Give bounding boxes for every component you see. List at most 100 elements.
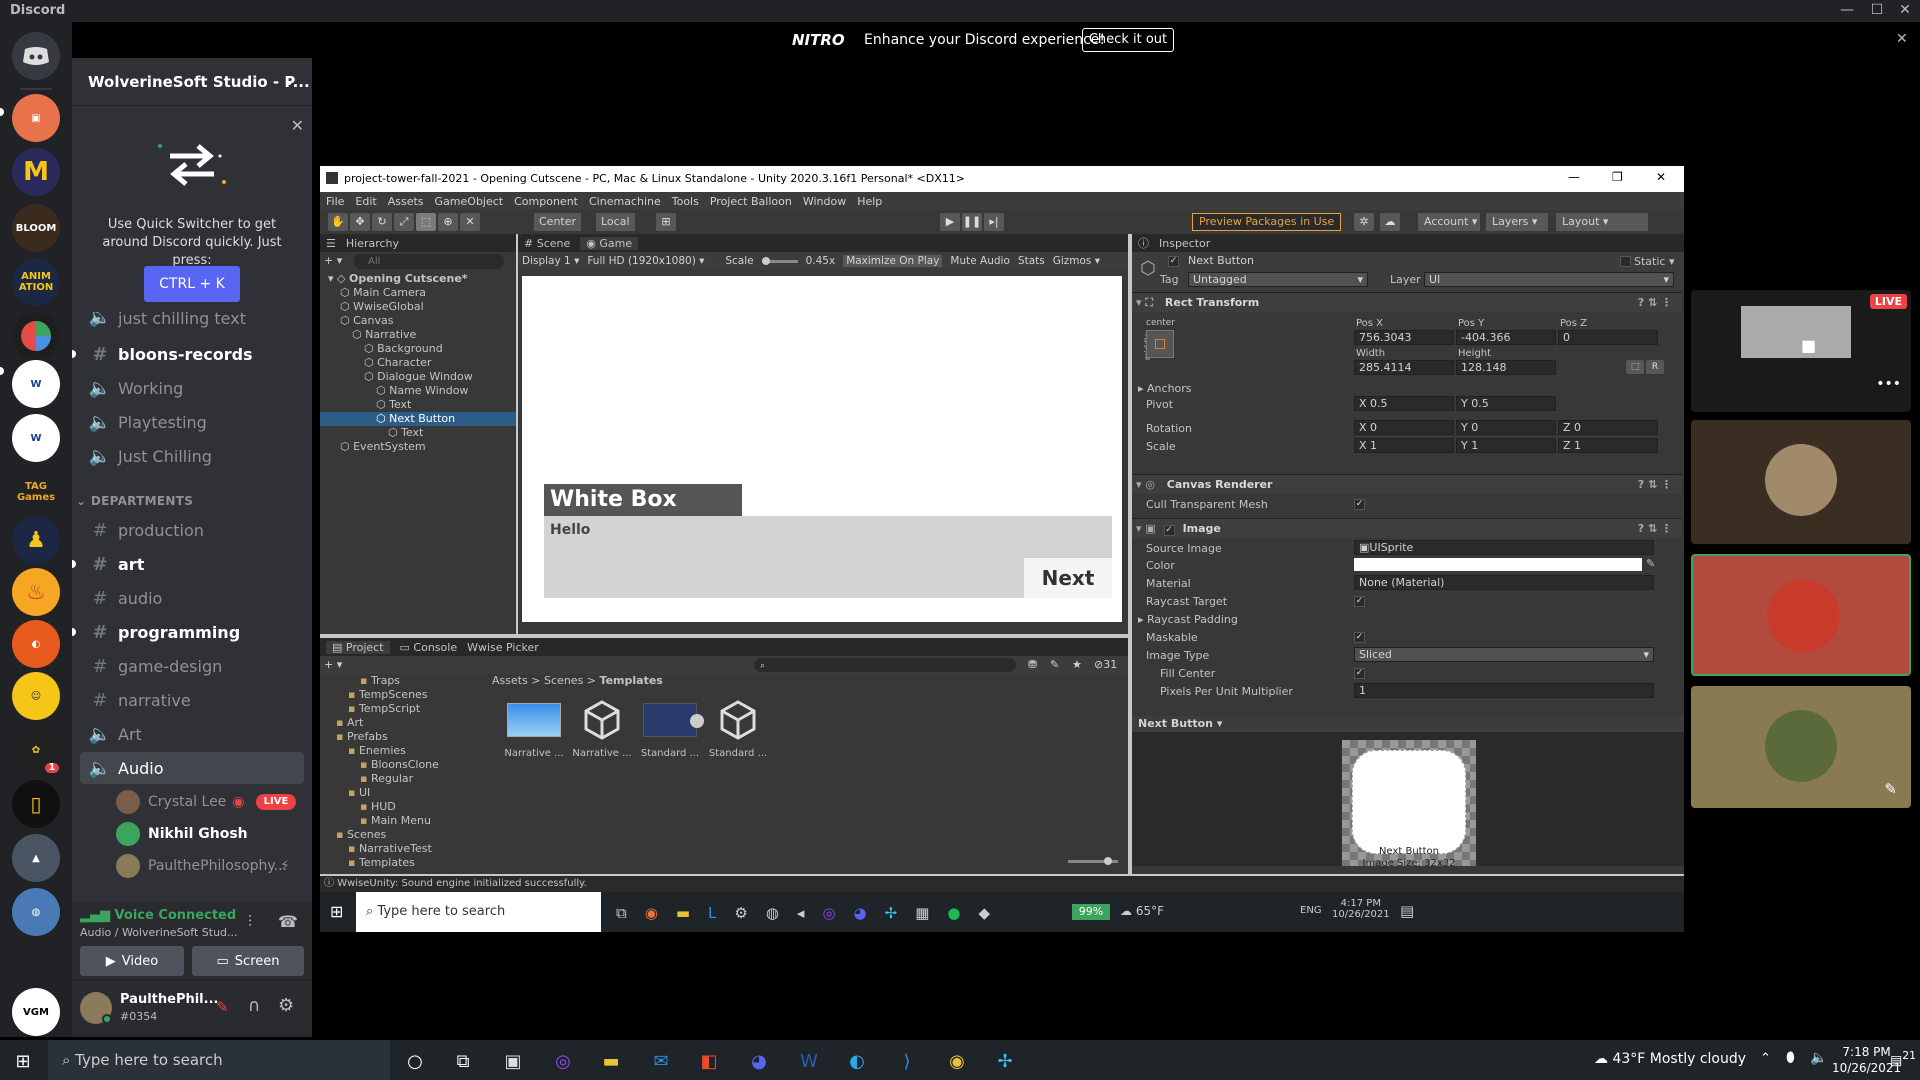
store-icon[interactable]: ▣	[502, 1050, 524, 1072]
hierarchy-item[interactable]: ⬡ Next Button	[320, 412, 516, 426]
display-dropdown[interactable]: Display 1 ▾	[522, 255, 579, 267]
notification-icon[interactable]: ▤	[1400, 902, 1414, 920]
server-icon-flame[interactable]: ♨	[12, 568, 60, 616]
server-icon-wolverine[interactable]: W	[12, 360, 60, 408]
resolution-dropdown[interactable]: Full HD (1920x1080) ▾	[587, 255, 717, 267]
grid-snap-icon[interactable]: ⊞	[656, 213, 676, 231]
firefox-icon[interactable]: ◉	[645, 904, 658, 922]
voice-channel-just-chilling[interactable]: 🔈 Just Chilling	[80, 440, 304, 472]
slack-icon[interactable]: ✢	[994, 1050, 1016, 1072]
game-viewport[interactable]: White Box Hello Next	[522, 276, 1122, 622]
hierarchy-item[interactable]: ▾ ◇ Opening Cutscene*	[320, 272, 516, 286]
rect-transform-header[interactable]: ▾ ⛶ Rect Transform? ⇅ ⋮	[1132, 292, 1682, 312]
volume-icon[interactable]: 🔈	[1810, 1050, 1827, 1066]
vscode-icon[interactable]: ⟩	[896, 1050, 918, 1072]
project-folder[interactable]: ▪ UI	[320, 786, 490, 800]
app-l-icon[interactable]: L	[708, 904, 716, 922]
maximize-button[interactable]: ☐	[1862, 2, 1892, 18]
image-type-dropdown[interactable]: Sliced ▾	[1354, 647, 1654, 662]
voice-channel-art[interactable]: 🔈 Art	[80, 718, 304, 750]
server-icon-1[interactable]: ▣	[12, 94, 60, 142]
task-view-icon[interactable]: ⧉	[616, 904, 627, 922]
twitch-icon[interactable]: ◎	[822, 904, 835, 922]
layers-dropdown[interactable]: Layers ▾	[1486, 213, 1548, 231]
project-folder[interactable]: ▪ HUD	[320, 800, 490, 814]
collab-icon[interactable]: ✲	[1354, 213, 1374, 231]
server-icon-orange[interactable]: ◐	[12, 620, 60, 668]
menu-project-balloon[interactable]: Project Balloon	[710, 195, 792, 208]
participant-tile-2-speaking[interactable]	[1691, 554, 1911, 676]
cortana-icon[interactable]: ○	[404, 1050, 426, 1072]
participant-tile-1[interactable]	[1691, 420, 1911, 544]
cull-checkbox[interactable]: ✓	[1354, 499, 1365, 510]
office-icon[interactable]: ◧	[698, 1050, 720, 1072]
settings-icon[interactable]: ⚙	[734, 904, 747, 922]
hidden-count[interactable]: ⊘31	[1094, 658, 1117, 671]
headphones-icon[interactable]: ∩	[248, 996, 260, 1016]
hand-tool-icon[interactable]: ✋	[328, 213, 348, 231]
close-icon[interactable]: ✕	[291, 116, 304, 135]
hierarchy-item[interactable]: ⬡ Text	[320, 426, 516, 440]
channel-audio[interactable]: # audio	[80, 582, 304, 614]
hierarchy-item[interactable]: ⬡ Background	[320, 342, 516, 356]
hierarchy-item[interactable]: ⬡ Character	[320, 356, 516, 370]
fill-center-checkbox[interactable]: ✓	[1354, 668, 1365, 679]
hierarchy-item[interactable]: ⬡ Main Camera	[320, 286, 516, 300]
add-icon[interactable]: + ▾	[324, 254, 342, 267]
transform-tool-icon[interactable]: ⊕	[438, 213, 458, 231]
scale-tool-icon[interactable]: ⤢	[394, 213, 414, 231]
zoom-slider[interactable]	[1068, 857, 1118, 865]
project-folder[interactable]: ▪ Scenes	[320, 828, 490, 842]
menu-window[interactable]: Window	[803, 195, 846, 208]
channel-art[interactable]: # art	[80, 548, 304, 580]
menu-assets[interactable]: Assets	[388, 195, 424, 208]
project-folder[interactable]: ▪ BloonsClone	[320, 758, 490, 772]
nitro-cta-button[interactable]: Check it out	[1082, 28, 1174, 52]
slack-icon[interactable]: ✢	[885, 904, 898, 922]
asset-item[interactable]: Standard ...	[704, 698, 772, 759]
source-image-field[interactable]: ▣UISprite	[1354, 540, 1654, 555]
channel-bloons-records[interactable]: # bloons-records	[80, 338, 304, 370]
rot-y-field[interactable]: Y 0	[1456, 420, 1556, 435]
menu-cinemachine[interactable]: Cinemachine	[589, 195, 661, 208]
menu-gameobject[interactable]: GameObject	[435, 195, 504, 208]
project-folder[interactable]: ▪ Templates	[320, 856, 490, 870]
steam-icon[interactable]: ◍	[766, 904, 779, 922]
preview-packages-button[interactable]: Preview Packages in Use	[1192, 213, 1342, 231]
server-icon-book[interactable]: ▯	[12, 780, 60, 828]
server-icon-animation[interactable]: ANIM ATION	[12, 258, 60, 306]
layout-dropdown[interactable]: Layout ▾	[1556, 213, 1648, 231]
hierarchy-item[interactable]: ⬡ WwiseGlobal	[320, 300, 516, 314]
settings-gear-icon[interactable]: ⚙	[278, 995, 294, 1016]
project-folder[interactable]: ▪ Main Menu	[320, 814, 490, 828]
hierarchy-item[interactable]: ⬡ Canvas	[320, 314, 516, 328]
notifications-icon[interactable]: ▤21	[1890, 1049, 1916, 1068]
raycast-padding-foldout[interactable]: ▸ Raycast Padding	[1138, 613, 1238, 626]
discord-icon[interactable]: ◕	[854, 904, 867, 922]
close-button[interactable]: ✕	[1656, 170, 1666, 184]
scale-x-field[interactable]: X 1	[1354, 438, 1454, 453]
clock[interactable]: 4:17 PM 10/26/2021	[1332, 898, 1390, 920]
channel-partial[interactable]: 🔈 just chilling text	[80, 312, 304, 328]
project-folder[interactable]: ▪ NarrativeTest	[320, 842, 490, 856]
favorite-icon[interactable]: ★	[1072, 658, 1082, 671]
hierarchy-item[interactable]: ⬡ Dialogue Window	[320, 370, 516, 384]
weather-widget[interactable]: ☁ 43°F Mostly cloudy	[1594, 1051, 1746, 1067]
server-icon-circle[interactable]	[12, 312, 60, 360]
server-icon-yellow[interactable]: ☺	[12, 672, 60, 720]
add-icon[interactable]: + ▾	[324, 658, 342, 671]
discord-home-icon[interactable]	[12, 32, 60, 80]
restore-button[interactable]: ❐	[1612, 170, 1623, 184]
hierarchy-item[interactable]: ⬡ EventSystem	[320, 440, 516, 454]
active-checkbox[interactable]: ✓	[1168, 256, 1179, 267]
server-icon-bloom[interactable]: BLOOM	[12, 204, 60, 252]
minimize-button[interactable]: —	[1568, 170, 1580, 184]
scale-z-field[interactable]: Z 1	[1558, 438, 1658, 453]
spotify-icon[interactable]: ●	[947, 904, 960, 922]
tab-project[interactable]: ▤ Project	[326, 640, 390, 654]
scale-y-field[interactable]: Y 1	[1456, 438, 1556, 453]
hierarchy-item[interactable]: ⬡ Narrative	[320, 328, 516, 342]
server-icon-landscape[interactable]: ▲	[12, 834, 60, 882]
channel-narrative[interactable]: # narrative	[80, 684, 304, 716]
menu-help[interactable]: Help	[857, 195, 882, 208]
